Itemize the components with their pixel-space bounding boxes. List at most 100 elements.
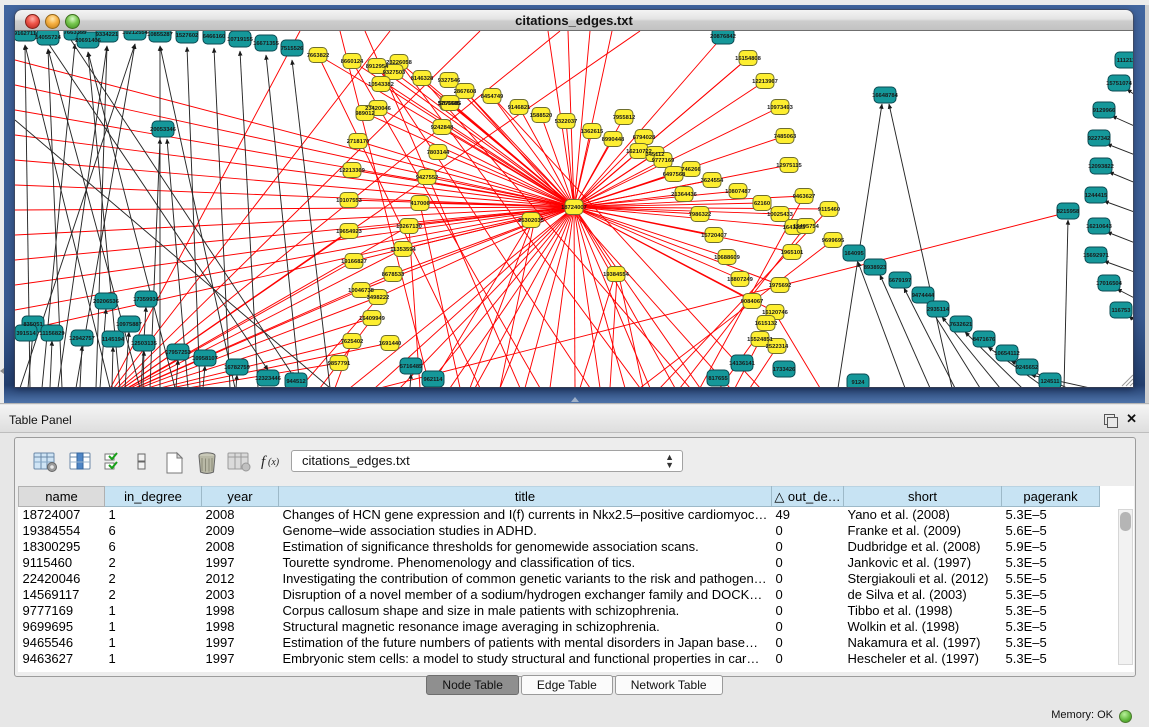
- svg-text:7625402: 7625402: [341, 339, 364, 345]
- svg-text:14055724: 14055724: [35, 35, 62, 41]
- svg-text:10807487: 10807487: [725, 189, 751, 195]
- svg-text:(x): (x): [268, 457, 280, 468]
- svg-text:6466160: 6466160: [203, 34, 226, 40]
- svg-text:5322037: 5322037: [555, 119, 578, 125]
- svg-text:9327546: 9327546: [438, 78, 461, 84]
- svg-text:7663822: 7663822: [307, 53, 330, 59]
- svg-text:10025433: 10025433: [767, 212, 794, 218]
- svg-text:10688609: 10688609: [714, 255, 741, 261]
- svg-text:18807249: 18807249: [727, 277, 754, 283]
- svg-text:1975692: 1975692: [769, 283, 792, 289]
- svg-text:9124: 9124: [852, 380, 866, 386]
- svg-text:3498222: 3498222: [367, 295, 390, 301]
- svg-text:10543382: 10543382: [368, 82, 394, 88]
- svg-text:10654112: 10654112: [994, 351, 1019, 357]
- svg-text:17016504: 17016504: [1096, 281, 1123, 287]
- svg-text:391514: 391514: [16, 331, 36, 337]
- svg-text:8146328: 8146328: [411, 76, 434, 82]
- svg-text:9777169: 9777169: [652, 158, 675, 164]
- svg-text:10212554: 10212554: [122, 31, 149, 36]
- svg-text:19166827: 19166827: [341, 259, 367, 265]
- svg-text:16409949: 16409949: [359, 316, 386, 322]
- svg-text:12975115: 12975115: [776, 163, 802, 169]
- svg-text:1244415: 1244415: [1085, 193, 1108, 199]
- svg-text:9115460: 9115460: [818, 207, 840, 213]
- svg-text:10975887: 10975887: [116, 322, 142, 328]
- svg-text:124511: 124511: [1040, 379, 1060, 385]
- svg-text:14136141: 14136141: [729, 361, 756, 367]
- svg-text:6794028: 6794028: [633, 135, 656, 141]
- svg-text:25302035: 25302035: [518, 218, 545, 224]
- svg-text:9327503: 9327503: [383, 70, 406, 76]
- svg-text:19654923: 19654923: [336, 229, 363, 235]
- svg-text:15751074: 15751074: [1106, 81, 1133, 87]
- svg-text:10046738: 10046738: [348, 288, 375, 294]
- svg-text:12942757: 12942757: [69, 336, 95, 342]
- svg-text:12213369: 12213369: [339, 168, 366, 174]
- svg-text:9699695: 9699695: [822, 238, 845, 244]
- svg-text:2935114: 2935114: [927, 307, 950, 313]
- svg-text:2718170: 2718170: [347, 139, 370, 145]
- svg-text:9146821: 9146821: [508, 105, 531, 111]
- svg-text:164095: 164095: [844, 251, 864, 257]
- svg-text:7955812: 7955812: [613, 115, 636, 121]
- svg-text:1362615: 1362615: [581, 129, 604, 135]
- svg-text:16154808: 16154808: [735, 56, 762, 62]
- svg-text:16671355: 16671355: [253, 41, 280, 47]
- svg-text:817655: 817655: [708, 376, 728, 382]
- svg-text:8990448: 8990448: [602, 137, 625, 143]
- svg-text:1733426: 1733426: [773, 367, 796, 373]
- svg-text:10973493: 10973493: [767, 105, 794, 111]
- svg-text:746266: 746266: [681, 167, 701, 173]
- svg-text:16120746: 16120746: [762, 310, 789, 316]
- svg-text:19384554: 19384554: [603, 272, 630, 278]
- svg-text:7485063: 7485063: [774, 134, 797, 140]
- svg-text:16782759: 16782759: [224, 365, 251, 371]
- svg-text:1588520: 1588520: [530, 113, 553, 119]
- svg-text:9227342: 9227342: [1088, 136, 1111, 142]
- svg-text:8938923: 8938923: [864, 265, 887, 271]
- svg-text:9463627: 9463627: [793, 194, 816, 200]
- svg-text:1965101: 1965101: [781, 250, 804, 256]
- svg-text:835051: 835051: [23, 322, 43, 328]
- svg-text:23226058: 23226058: [386, 60, 413, 66]
- svg-text:5875685: 5875685: [439, 101, 462, 107]
- svg-text:116753: 116753: [1111, 308, 1131, 314]
- svg-text:9129966: 9129966: [1093, 108, 1116, 114]
- svg-text:8660124: 8660124: [341, 59, 364, 65]
- svg-text:7515526: 7515526: [281, 46, 304, 52]
- svg-text:1527602: 1527602: [176, 33, 199, 39]
- svg-text:8215958: 8215958: [1057, 209, 1080, 215]
- svg-text:21364436: 21364436: [671, 192, 698, 198]
- svg-text:20876842: 20876842: [710, 34, 736, 40]
- svg-text:f: f: [261, 454, 267, 470]
- svg-text:20691406: 20691406: [75, 38, 102, 44]
- svg-text:10855287: 10855287: [147, 32, 173, 38]
- svg-text:6679197: 6679197: [889, 278, 912, 284]
- svg-text:1691440: 1691440: [379, 341, 402, 347]
- svg-text:7986322: 7986322: [689, 212, 712, 218]
- svg-text:62160: 62160: [754, 201, 770, 207]
- svg-text:11156829: 11156829: [39, 331, 65, 337]
- svg-text:7803144: 7803144: [427, 150, 450, 156]
- svg-text:9427552: 9427552: [416, 175, 439, 181]
- svg-text:20206536: 20206536: [93, 299, 120, 305]
- svg-text:10719155: 10719155: [227, 37, 254, 43]
- svg-text:17359934: 17359934: [133, 297, 160, 303]
- svg-text:9474444: 9474444: [912, 293, 935, 299]
- svg-text:9162711: 9162711: [15, 31, 37, 37]
- svg-text:12503135: 12503135: [131, 341, 158, 347]
- svg-text:12093822: 12093822: [1088, 164, 1114, 170]
- svg-text:8678533: 8678533: [382, 272, 405, 278]
- svg-text:1145194: 1145194: [102, 337, 125, 343]
- svg-text:9334221: 9334221: [96, 32, 119, 38]
- svg-text:9857791: 9857791: [328, 361, 351, 367]
- svg-text:5716485: 5716485: [400, 364, 423, 370]
- svg-text:15720407: 15720407: [701, 233, 727, 239]
- svg-text:8471676: 8471676: [973, 337, 996, 343]
- svg-text:2522314: 2522314: [766, 344, 789, 350]
- svg-text:7663355: 7663355: [64, 31, 87, 36]
- svg-text:1615132: 1615132: [755, 321, 778, 327]
- svg-text:15495754: 15495754: [793, 224, 820, 230]
- svg-text:9245652: 9245652: [1016, 365, 1039, 371]
